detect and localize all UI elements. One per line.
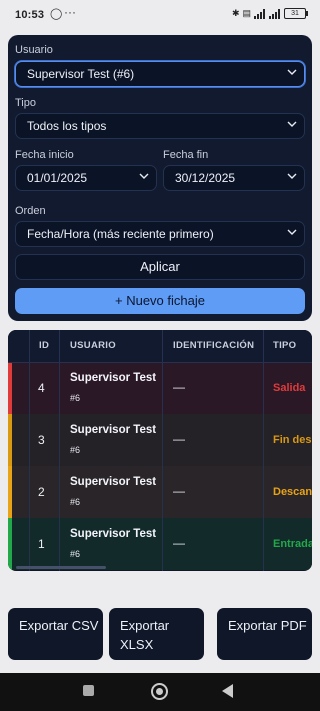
orden-select[interactable]: Fecha/Hora (más reciente primero) xyxy=(15,221,305,247)
row-user: Supervisor Test xyxy=(70,528,157,540)
tipo-label: Tipo xyxy=(15,97,36,109)
signal-5g-icon xyxy=(269,8,281,19)
row-ident: — xyxy=(173,380,185,394)
back-icon[interactable] xyxy=(222,684,233,698)
row-tipo: Entrada xyxy=(273,538,312,550)
column-divider xyxy=(59,330,60,571)
row-ident: — xyxy=(173,432,185,446)
orden-label: Orden xyxy=(15,205,46,217)
bluetooth-icon: ✱ xyxy=(231,8,240,18)
header-tipo: TIPO xyxy=(273,340,297,351)
apply-button[interactable]: Aplicar xyxy=(15,254,305,280)
chevron-down-icon xyxy=(287,121,297,127)
table-header: ID USUARIO IDENTIFICACIÓN TIPO xyxy=(8,330,312,363)
chevron-down-icon xyxy=(287,69,297,75)
row-ident: — xyxy=(173,536,185,550)
row-status-bar xyxy=(8,362,12,414)
chevron-down-icon xyxy=(287,173,297,179)
chevron-down-icon xyxy=(139,173,149,179)
row-user-tag: #6 xyxy=(70,445,81,455)
tipo-select[interactable]: Todos los tipos xyxy=(15,113,305,139)
row-status-bar xyxy=(8,466,12,518)
header-usuario: USUARIO xyxy=(70,340,116,351)
recents-icon[interactable] xyxy=(83,685,94,696)
fecha-inicio-label: Fecha inicio xyxy=(15,149,74,161)
tipo-select-value: Todos los tipos xyxy=(27,119,107,133)
signal-icon xyxy=(254,8,266,19)
row-user-tag: #6 xyxy=(70,549,81,559)
row-ident: — xyxy=(173,484,185,498)
export-pdf-button[interactable]: Exportar PDF xyxy=(217,608,312,660)
fecha-inicio-select[interactable]: 01/01/2025 xyxy=(15,165,157,191)
table-row[interactable]: 2 Supervisor Test #6 — Descan xyxy=(8,466,312,519)
fecha-fin-label: Fecha fin xyxy=(163,149,209,161)
whatsapp-icon: ◯ xyxy=(50,8,63,20)
export-buttons: Exportar CSV Exportar XLSX Exportar PDF xyxy=(8,608,312,660)
header-identificacion: IDENTIFICACIÓN xyxy=(173,340,255,351)
status-bar: 10:53 ◯ ··· ✱ ▤ 31 xyxy=(0,0,320,30)
table-row[interactable]: 1 Supervisor Test #6 — Entrada xyxy=(8,518,312,570)
fichajes-table[interactable]: 4 Supervisor Test #6 — Salida 3 Supervis… xyxy=(8,330,312,571)
android-nav-bar xyxy=(0,673,320,711)
battery-icon: 31 xyxy=(284,8,308,19)
row-id: 1 xyxy=(38,537,45,551)
export-csv-button[interactable]: Exportar CSV xyxy=(8,608,103,660)
row-user-tag: #6 xyxy=(70,497,81,507)
more-notifications-icon: ··· xyxy=(64,5,76,19)
chevron-down-icon xyxy=(287,229,297,235)
home-icon[interactable] xyxy=(151,683,168,700)
row-user: Supervisor Test xyxy=(70,476,157,488)
column-divider xyxy=(263,330,264,571)
row-tipo: Descan xyxy=(273,486,312,498)
fecha-fin-select[interactable]: 30/12/2025 xyxy=(163,165,305,191)
row-user: Supervisor Test xyxy=(70,372,157,384)
table-row[interactable]: 4 Supervisor Test #6 — Salida xyxy=(8,362,312,415)
row-id: 2 xyxy=(38,485,45,499)
horizontal-scrollbar[interactable] xyxy=(16,566,106,569)
status-icons: ✱ ▤ 31 xyxy=(231,8,308,19)
row-id: 3 xyxy=(38,433,45,447)
column-divider xyxy=(162,330,163,571)
row-status-bar xyxy=(8,518,12,570)
row-tipo: Fin des xyxy=(273,434,312,446)
row-tipo: Salida xyxy=(273,382,306,394)
export-xlsx-button[interactable]: Exportar XLSX xyxy=(109,608,204,660)
row-status-bar xyxy=(8,414,12,466)
usuario-select-value: Supervisor Test (#6) xyxy=(27,67,135,81)
row-user: Supervisor Test xyxy=(70,424,157,436)
row-user-tag: #6 xyxy=(70,393,81,403)
status-time: 10:53 xyxy=(15,9,45,21)
fecha-fin-value: 30/12/2025 xyxy=(175,171,236,185)
usuario-select[interactable]: Supervisor Test (#6) xyxy=(15,61,305,87)
table-row[interactable]: 3 Supervisor Test #6 — Fin des xyxy=(8,414,312,467)
fecha-inicio-value: 01/01/2025 xyxy=(27,171,88,185)
orden-select-value: Fecha/Hora (más reciente primero) xyxy=(27,227,214,241)
filter-panel: Usuario Supervisor Test (#6) Tipo Todos … xyxy=(8,35,312,321)
column-divider xyxy=(29,330,30,571)
new-fichaje-button[interactable]: + Nuevo fichaje xyxy=(15,288,305,314)
row-id: 4 xyxy=(38,381,45,395)
usuario-label: Usuario xyxy=(15,44,53,56)
vibrate-icon: ▤ xyxy=(242,8,251,18)
header-id: ID xyxy=(39,340,50,351)
